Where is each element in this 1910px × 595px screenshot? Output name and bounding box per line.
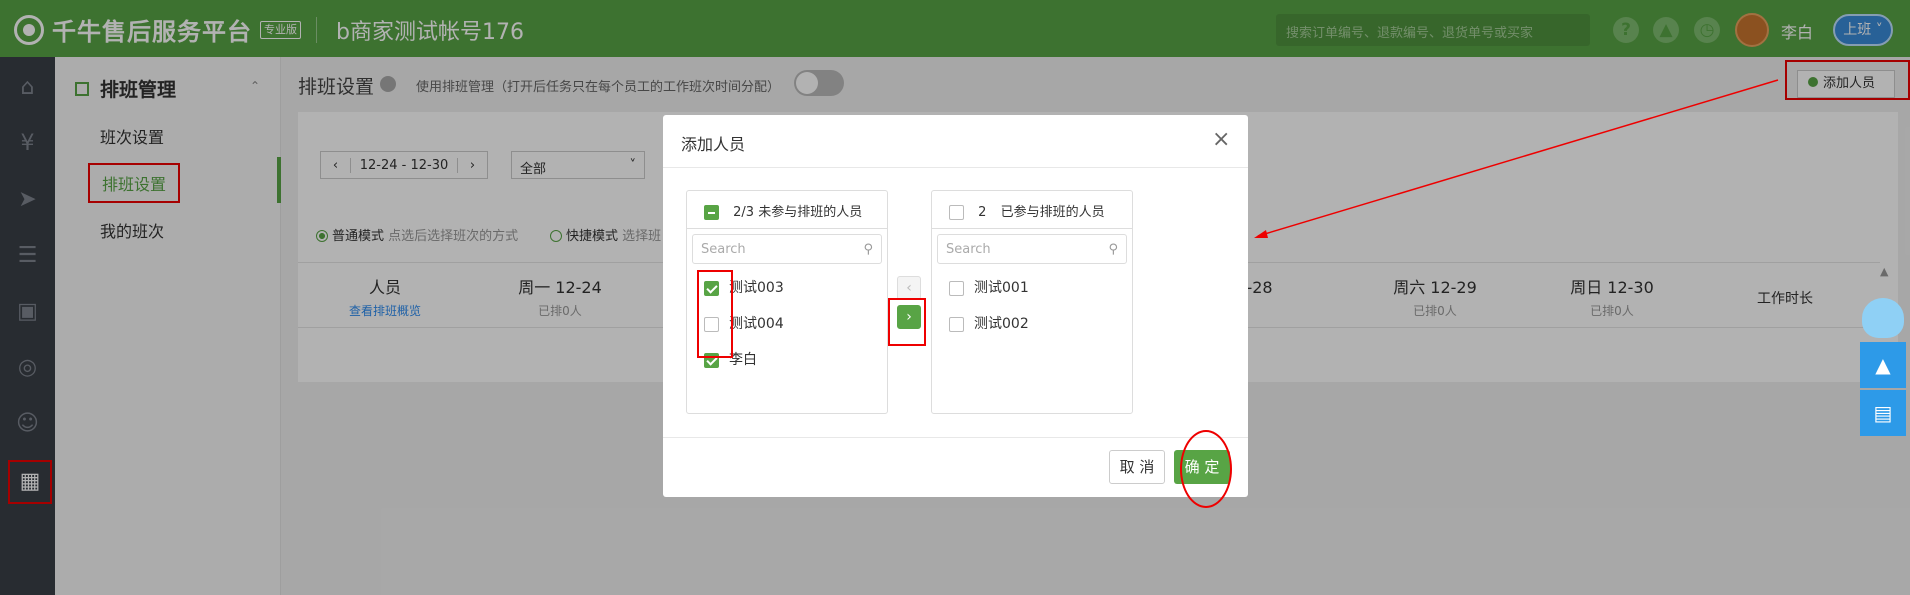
modal-title: 添加人员 [681,135,746,154]
checkbox-highlight [697,270,733,358]
scheduled-search-input[interactable]: Search ⚲ [937,234,1127,264]
modal-divider-top [663,167,1248,168]
chat-icon[interactable]: ▤ [1860,390,1906,436]
unscheduled-search-input[interactable]: Search ⚲ [692,234,882,264]
cancel-button[interactable]: 取 消 [1109,450,1165,484]
modal-divider-bottom [663,437,1248,438]
panel-divider [931,228,1133,229]
search-icon: ⚲ [863,242,873,257]
member-checkbox[interactable] [949,280,964,296]
notification-bell-icon[interactable]: ▲ [1860,342,1906,388]
close-icon[interactable]: × [1212,127,1230,152]
select-all-scheduled-checkbox[interactable] [949,205,964,220]
select-all-unscheduled-checkbox[interactable] [704,205,719,220]
search-icon: ⚲ [1108,242,1118,257]
mascot-icon[interactable] [1862,298,1904,338]
member-checkbox[interactable] [949,316,964,332]
scheduled-panel [931,190,1133,414]
move-left-button[interactable]: ‹ [897,276,921,300]
list-item[interactable]: 测试002 [949,313,1029,333]
unscheduled-header: 2/3 未参与排班的人员 [704,201,862,220]
list-item[interactable]: 测试001 [949,277,1029,297]
confirm-highlight [1180,430,1232,508]
scheduled-header: 2 已参与排班的人员 [949,201,1105,220]
transfer-highlight [888,298,926,346]
panel-divider [686,228,888,229]
